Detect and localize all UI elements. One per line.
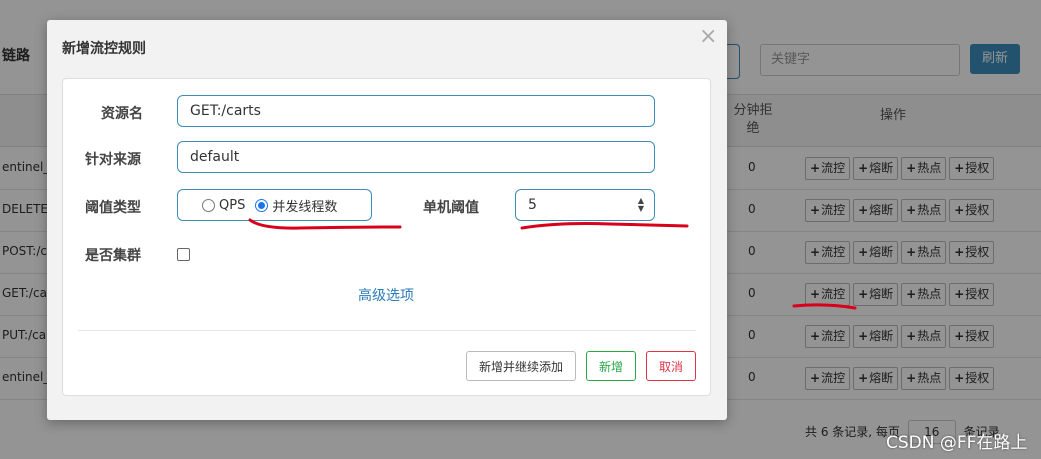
add-flow-rule-modal: 新增流控规则 × 资源名 GET:/carts 针对来源 default 阈值类…: [47, 20, 727, 420]
radio-qps[interactable]: QPS: [202, 198, 245, 213]
origin-input[interactable]: default: [177, 141, 655, 173]
form-divider: [78, 330, 696, 331]
resource-input[interactable]: GET:/carts: [177, 95, 655, 127]
single-threshold-input[interactable]: 5 ▲ ▼: [515, 189, 655, 221]
single-threshold-label: 单机阈值: [423, 200, 479, 216]
threshold-type-label: 阈值类型: [85, 200, 141, 216]
origin-label: 针对来源: [85, 152, 141, 168]
modal-title: 新增流控规则: [62, 41, 146, 57]
radio-threads-label: 并发线程数: [272, 199, 338, 215]
cluster-label: 是否集群: [85, 248, 141, 264]
single-threshold-value: 5: [528, 197, 537, 213]
radio-qps-label: QPS: [219, 197, 246, 213]
add-and-continue-button[interactable]: 新增并继续添加: [466, 351, 576, 381]
watermark: CSDN @FF在路上: [886, 433, 1028, 453]
threshold-type-radio-group: QPS 并发线程数: [177, 189, 372, 221]
radio-qps-circle[interactable]: [202, 198, 215, 212]
radio-threads[interactable]: 并发线程数: [255, 196, 337, 215]
cluster-checkbox[interactable]: [177, 248, 190, 261]
add-button[interactable]: 新增: [586, 351, 636, 381]
resource-label: 资源名: [101, 106, 143, 122]
modal-form: 资源名 GET:/carts 针对来源 default 阈值类型 QPS 并发线…: [62, 78, 711, 396]
advanced-options-link[interactable]: 高级选项: [358, 285, 414, 305]
spinner-icon[interactable]: ▲ ▼: [638, 197, 644, 213]
close-icon[interactable]: ×: [699, 24, 717, 49]
cancel-button[interactable]: 取消: [646, 351, 696, 381]
radio-threads-circle[interactable]: [255, 198, 269, 212]
